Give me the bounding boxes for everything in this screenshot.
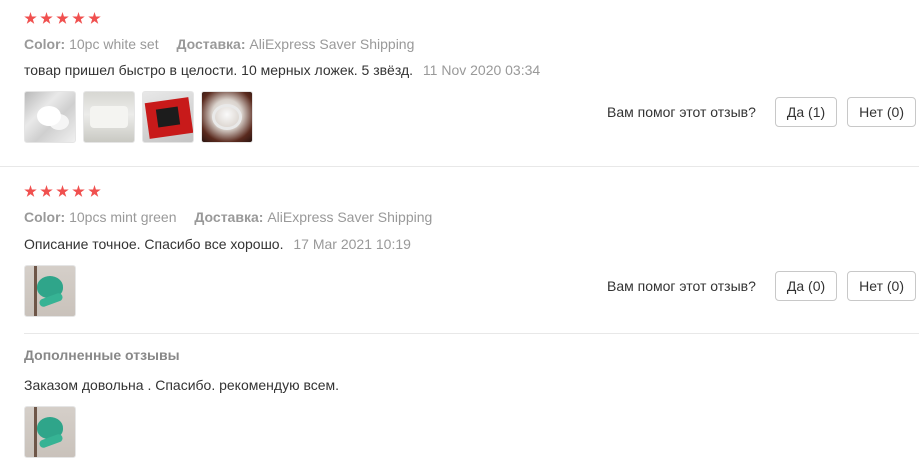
additional-title: Дополненные отзывы bbox=[24, 347, 180, 363]
star-icon bbox=[24, 12, 37, 24]
delivery-label: Доставка: bbox=[176, 36, 246, 52]
review-date: 17 Mar 2021 10:19 bbox=[293, 236, 411, 252]
star-icon bbox=[72, 12, 85, 24]
helpful-vote: Вам помог этот отзыв? Да (1) Нет (0) bbox=[607, 97, 916, 127]
color-value: 10pc white set bbox=[69, 36, 159, 52]
star-icon bbox=[24, 185, 37, 197]
star-icon bbox=[56, 12, 69, 24]
color-label: Color: bbox=[24, 36, 66, 52]
helpful-question: Вам помог этот отзыв? bbox=[606, 104, 756, 120]
color-label: Color: bbox=[24, 209, 66, 225]
review-body: Описание точное. Спасибо все хорошо. bbox=[24, 236, 284, 252]
review-photos bbox=[24, 91, 253, 143]
star-rating bbox=[24, 12, 101, 25]
review-date: 11 Nov 2020 03:34 bbox=[422, 62, 541, 78]
review-text: товар пришел быстро в целости. 10 мерных… bbox=[24, 62, 540, 78]
color-value: 10pcs mint green bbox=[69, 209, 177, 225]
delivery-value: AliExpress Saver Shipping bbox=[267, 209, 433, 225]
star-icon bbox=[88, 185, 101, 197]
review-photo[interactable] bbox=[83, 91, 135, 143]
review-meta: Color: 10pc white set Доставка: AliExpre… bbox=[24, 36, 414, 52]
review-photos bbox=[24, 265, 76, 317]
review-text: Описание точное. Спасибо все хорошо. 17 … bbox=[24, 236, 411, 252]
star-icon bbox=[72, 185, 85, 197]
review-photo[interactable] bbox=[24, 91, 76, 143]
helpful-vote: Вам помог этот отзыв? Да (0) Нет (0) bbox=[607, 271, 916, 301]
review-divider bbox=[0, 166, 919, 167]
review-photo[interactable] bbox=[142, 91, 194, 143]
helpful-no-button[interactable]: Нет (0) bbox=[847, 97, 916, 127]
star-rating bbox=[24, 185, 101, 198]
review-photo[interactable] bbox=[24, 406, 76, 458]
helpful-no-button[interactable]: Нет (0) bbox=[847, 271, 916, 301]
delivery-label: Доставка: bbox=[194, 209, 264, 225]
star-icon bbox=[88, 12, 101, 24]
review-body: товар пришел быстро в целости. 10 мерных… bbox=[24, 62, 414, 78]
additional-text: Заказом довольна . Спасибо. рекомендую в… bbox=[24, 377, 340, 393]
helpful-yes-button[interactable]: Да (0) bbox=[774, 271, 838, 301]
star-icon bbox=[56, 185, 69, 197]
star-icon bbox=[40, 185, 53, 197]
review-photo[interactable] bbox=[24, 265, 76, 317]
review-meta: Color: 10pcs mint green Доставка: AliExp… bbox=[24, 209, 432, 225]
star-icon bbox=[40, 12, 53, 24]
helpful-yes-button[interactable]: Да (1) bbox=[774, 97, 838, 127]
helpful-question: Вам помог этот отзыв? bbox=[606, 278, 756, 294]
review-photo[interactable] bbox=[201, 91, 253, 143]
delivery-value: AliExpress Saver Shipping bbox=[249, 36, 415, 52]
additional-divider bbox=[24, 333, 919, 334]
additional-photos bbox=[24, 406, 76, 458]
